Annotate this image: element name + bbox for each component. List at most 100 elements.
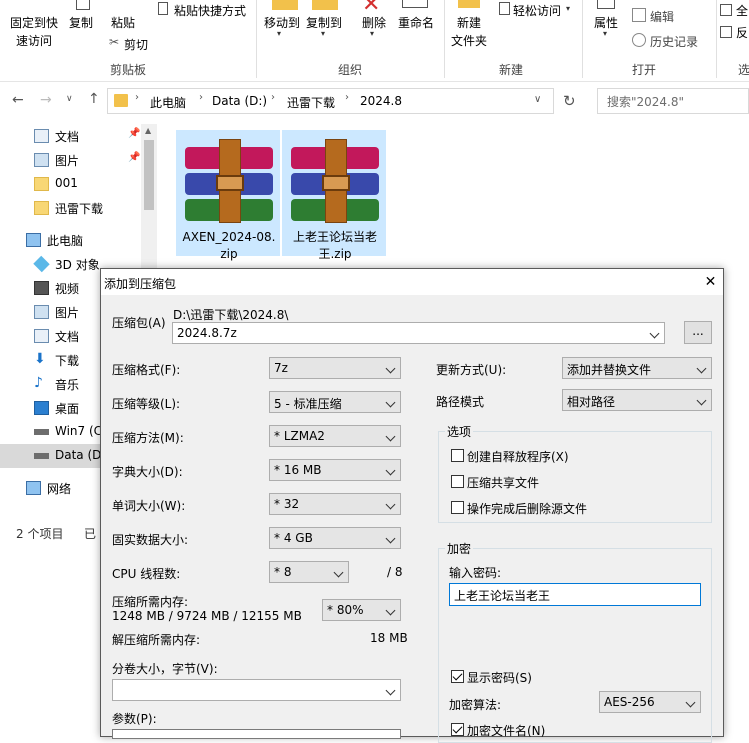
breadcrumb-separator-icon: › (135, 92, 139, 103)
memory-pct-value: * 80% (327, 603, 364, 617)
copy-icon (76, 0, 90, 10)
nav-label: 迅雷下载 (55, 202, 104, 216)
shared-files-checkbox[interactable] (451, 475, 464, 488)
pin-icon[interactable]: 📌 (128, 152, 140, 163)
computer-icon (26, 233, 41, 247)
memory-pct-select[interactable]: * 80% (322, 599, 401, 621)
scroll-up-icon[interactable]: ▲ (145, 126, 151, 135)
word-select[interactable]: * 32 (269, 493, 401, 515)
nav-label: 文档 (55, 330, 80, 344)
network-icon (26, 481, 41, 495)
forward-arrow-icon[interactable]: → (40, 92, 52, 108)
address-dropdown-icon[interactable]: ∨ (534, 94, 541, 105)
rename-button[interactable]: 重命名 (398, 14, 434, 31)
chevron-down-icon (697, 361, 707, 373)
word-label: 单词大小(W): (112, 499, 186, 513)
back-arrow-icon[interactable]: ← (12, 92, 24, 108)
address-box[interactable]: › 此电脑 › Data (D:) › 迅雷下载 › 2024.8 ∨ (107, 88, 554, 114)
delete-after-checkbox[interactable] (451, 501, 464, 514)
breadcrumb-current[interactable]: 2024.8 (360, 94, 402, 108)
pin-quick-access-button[interactable]: 固定到快 速访问 (10, 14, 58, 50)
split-size-combo[interactable] (112, 679, 401, 701)
easy-access-button[interactable]: 轻松访问 (513, 2, 561, 19)
params-input[interactable] (112, 729, 401, 739)
refresh-icon[interactable]: ↻ (563, 92, 576, 110)
paste-shortcut-button[interactable]: 粘贴快捷方式 (174, 2, 246, 19)
file-item[interactable]: AXEN_2024-08. zip (176, 130, 280, 261)
recent-chevron-icon[interactable]: ∨ (66, 94, 73, 104)
chevron-down-icon (334, 565, 344, 577)
breadcrumb-this-pc[interactable]: 此电脑 (150, 94, 186, 111)
dict-value: * 16 MB (274, 463, 322, 477)
update-mode-select[interactable]: 添加并替换文件 (562, 357, 712, 379)
properties-chevron-icon: ▾ (603, 29, 608, 38)
nav-item-thunder-download[interactable]: 迅雷下载 (0, 196, 157, 220)
dialog-title: 添加到压缩包 (104, 277, 177, 291)
nav-item-001[interactable]: 001 (0, 172, 157, 196)
new-folder-button[interactable]: 新建 文件夹 (451, 14, 487, 50)
paste-button[interactable]: 粘贴 (111, 14, 135, 31)
select-all-button[interactable]: 全 (736, 2, 748, 19)
breadcrumb-drive[interactable]: Data (D:) (212, 94, 267, 108)
chevron-down-icon (386, 531, 396, 543)
drive-icon (34, 429, 49, 435)
paste-shortcut-icon (158, 2, 168, 15)
method-select[interactable]: * LZMA2 (269, 425, 401, 447)
encryption-algo-value: AES-256 (604, 695, 655, 709)
encryption-algo-label: 加密算法: (449, 698, 502, 712)
scroll-thumb[interactable] (144, 140, 154, 210)
archive-name-combo[interactable]: 2024.8.7z (172, 322, 665, 344)
nav-label: 图片 (55, 306, 80, 320)
sfx-label: 创建自释放程序(X) (467, 450, 569, 464)
nav-label: 001 (55, 176, 78, 190)
solid-select[interactable]: * 4 GB (269, 527, 401, 549)
copy-button[interactable]: 复制 (69, 14, 93, 31)
password-input[interactable]: 上老王论坛当老王 (449, 583, 701, 606)
group-select-label: 选 (738, 63, 749, 77)
pin-icon[interactable]: 📌 (128, 128, 140, 139)
delete-chevron-icon: ▾ (370, 29, 375, 38)
shared-files-label: 压缩共享文件 (467, 476, 540, 490)
group-new-label: 新建 (499, 63, 524, 77)
nav-item-this-pc[interactable]: 此电脑 (0, 228, 157, 252)
chevron-down-icon (386, 361, 396, 373)
select-all-icon (720, 4, 732, 16)
encryption-algo-select[interactable]: AES-256 (599, 691, 701, 713)
show-password-checkbox[interactable] (451, 670, 464, 683)
threads-select[interactable]: * 8 (269, 561, 349, 583)
password-label: 输入密码: (449, 566, 502, 580)
search-input[interactable]: 搜索"2024.8" (597, 88, 749, 114)
nav-item-pictures-pinned[interactable]: 图片 📌 (0, 148, 157, 172)
move-to-button[interactable]: 移动到 (264, 14, 300, 31)
download-arrow-icon: ⬇ (34, 351, 46, 367)
edit-button[interactable]: 编辑 (650, 8, 674, 25)
history-button[interactable]: 历史记录 (650, 33, 698, 50)
video-icon (34, 281, 49, 295)
nav-label: 文档 (55, 130, 80, 144)
level-label: 压缩等级(L): (112, 397, 181, 411)
rename-icon (402, 0, 428, 8)
dict-select[interactable]: * 16 MB (269, 459, 401, 481)
dialog-titlebar[interactable]: 添加到压缩包 ✕ (101, 269, 723, 295)
path-mode-select[interactable]: 相对路径 (562, 389, 712, 411)
memory-value: 1248 MB / 9724 MB / 12155 MB (112, 609, 302, 623)
chevron-down-icon[interactable] (650, 326, 660, 338)
breadcrumb-thunder[interactable]: 迅雷下载 (287, 94, 335, 111)
file-item[interactable]: 上老王论坛当老 王.zip (282, 130, 386, 261)
method-value: * LZMA2 (274, 429, 325, 443)
sfx-checkbox[interactable] (451, 449, 464, 462)
encrypt-names-checkbox[interactable] (451, 723, 464, 736)
level-select[interactable]: 5 - 标准压缩 (269, 391, 401, 413)
browse-button[interactable]: ... (684, 321, 712, 344)
cube-icon (33, 255, 50, 273)
close-icon[interactable]: ✕ (698, 269, 723, 295)
format-select[interactable]: 7z (269, 357, 401, 379)
nav-item-documents-pinned[interactable]: 文档 📌 (0, 124, 157, 148)
encryption-group: 加密 输入密码: 上老王论坛当老王 显示密码(S) 加密算法: AES-256 … (438, 540, 712, 743)
file-list: AXEN_2024-08. zip 上老王论坛当老 王.zip (157, 120, 749, 280)
invert-selection-button[interactable]: 反 (736, 24, 748, 41)
file-name: AXEN_2024-08. zip (177, 229, 281, 263)
archive-name-value: 2024.8.7z (177, 326, 237, 340)
up-arrow-icon[interactable]: ↑ (88, 91, 100, 107)
cut-button[interactable]: 剪切 (124, 36, 148, 53)
